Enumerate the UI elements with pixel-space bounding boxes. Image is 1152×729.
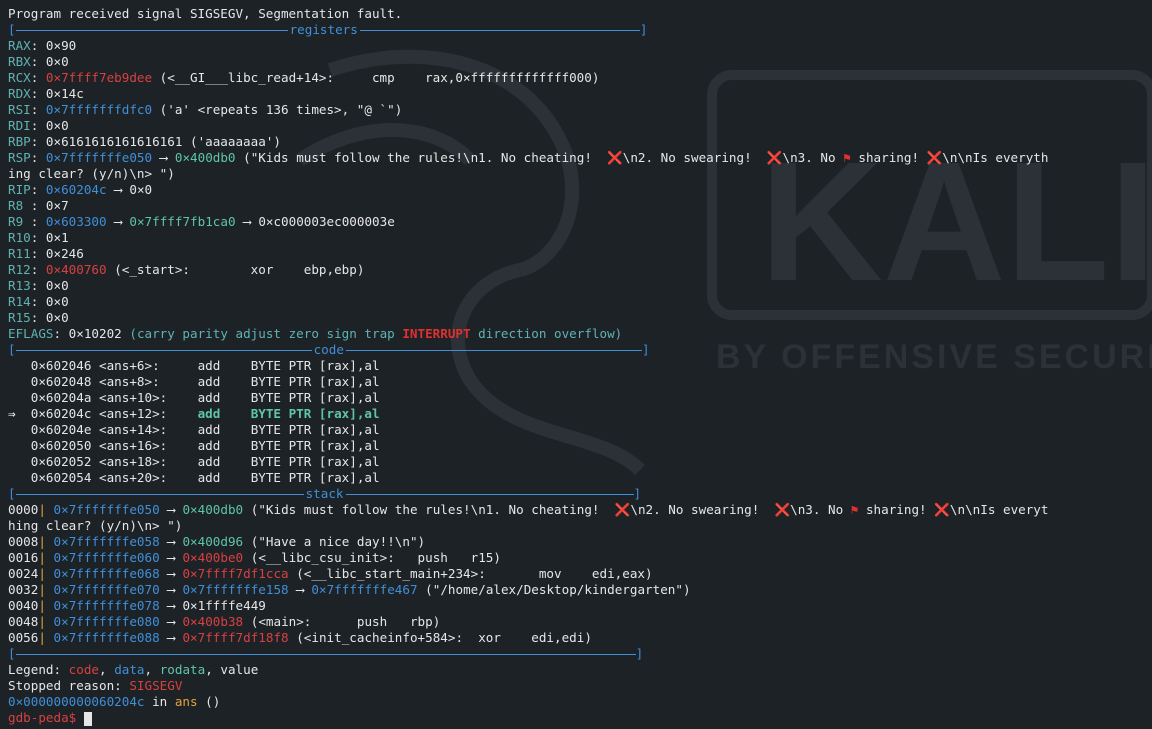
- register-r8: R8 : 0×7: [8, 198, 69, 213]
- code-line: 0×60204e <ans+14>: add BYTE PTR [rax],al: [30, 422, 380, 437]
- registers-separator: [registers]: [8, 22, 648, 37]
- register-rax: RAX: 0×90: [8, 38, 77, 53]
- cross-icon: ❌: [766, 150, 783, 165]
- code-line: 0×60204a <ans+10>: add BYTE PTR [rax],al: [30, 390, 380, 405]
- register-rbx: RBX: 0×0: [8, 54, 69, 69]
- register-r10: R10: 0×1: [8, 230, 69, 245]
- register-rdx: RDX: 0×14c: [8, 86, 84, 101]
- code-line: 0×602048 <ans+8>: add BYTE PTR [rax],al: [30, 374, 380, 389]
- prompt-line[interactable]: gdb-peda$: [8, 710, 1152, 726]
- register-rip: RIP: 0×60204c ⟶ 0×0: [8, 182, 153, 197]
- stack-row-0008: 0008| 0×7fffffffe058 ⟶ 0×400d96 ("Have a…: [8, 534, 426, 549]
- register-r14: R14: 0×0: [8, 294, 69, 309]
- gdb-prompt: gdb-peda$: [8, 710, 84, 725]
- code-line: 0×602046 <ans+6>: add BYTE PTR [rax],al: [30, 358, 380, 373]
- flag-icon: ⚑: [843, 150, 851, 165]
- signal-line: Program received signal SIGSEGV, Segment…: [8, 6, 403, 21]
- stack-row-0056: 0056| 0×7fffffffe088 ⟶ 0×7ffff7df18f8 (<…: [8, 630, 592, 645]
- code-line: 0×602050 <ans+16>: add BYTE PTR [rax],al: [30, 438, 380, 453]
- cross-icon: ❌: [774, 502, 791, 517]
- register-rsp: RSP: 0×7fffffffe050 ⟶ 0×400db0 ("Kids mu…: [8, 150, 1049, 165]
- stopped-reason-line: Stopped reason: SIGSEGV: [8, 678, 183, 693]
- end-separator: []: [8, 646, 644, 661]
- register-eflags: EFLAGS: 0×10202 (carry parity adjust zer…: [8, 326, 623, 341]
- stack-row-0048: 0048| 0×7fffffffe080 ⟶ 0×400b38 (<main>:…: [8, 614, 441, 629]
- legend-line: Legend: code, data, rodata, value: [8, 662, 259, 677]
- cross-icon: ❌: [926, 150, 943, 165]
- register-r11: R11: 0×246: [8, 246, 84, 261]
- stack-separator: [stack]: [8, 486, 642, 501]
- register-rsi: RSI: 0×7fffffffdfc0 ('a' <repeats 136 ti…: [8, 102, 403, 117]
- register-rbp: RBP: 0×6161616161616161 ('aaaaaaaa'): [8, 134, 281, 149]
- stack-row-0032: 0032| 0×7fffffffe070 ⟶ 0×7fffffffe158 ⟶ …: [8, 582, 691, 597]
- stack-row-0000: 0000| 0×7fffffffe050 ⟶ 0×400db0 ("Kids m…: [8, 502, 1049, 517]
- code-line-current: ⇒ 0×60204c <ans+12>: add BYTE PTR [rax],…: [8, 406, 380, 421]
- register-r12: R12: 0×400760 (<_start>: xor ebp,ebp): [8, 262, 365, 277]
- cross-icon: ❌: [614, 502, 631, 517]
- register-r9: R9 : 0×603300 ⟶ 0×7ffff7fb1ca0 ⟶ 0×c0000…: [8, 214, 395, 229]
- register-r15: R15: 0×0: [8, 310, 69, 325]
- code-line: 0×602054 <ans+20>: add BYTE PTR [rax],al: [30, 470, 380, 485]
- stack-row-0040: 0040| 0×7fffffffe078 ⟶ 0×1ffffe449: [8, 598, 266, 613]
- cross-icon: ❌: [607, 150, 623, 165]
- text-cursor[interactable]: [83, 711, 92, 726]
- cross-icon: ❌: [934, 502, 950, 517]
- register-rsp-wrap: ing clear? (y/n)\n> "): [8, 166, 175, 181]
- stack-row-0000-wrap: hing clear? (y/n)\n> "): [8, 518, 183, 533]
- code-listing: 0×602046 <ans+6>: add BYTE PTR [rax],al …: [8, 358, 1152, 486]
- terminal[interactable]: Program received signal SIGSEGV, Segment…: [8, 0, 1152, 726]
- register-rdi: RDI: 0×0: [8, 118, 69, 133]
- register-rcx: RCX: 0×7ffff7eb9dee (<__GI___libc_read+1…: [8, 70, 600, 85]
- code-line: 0×602052 <ans+18>: add BYTE PTR [rax],al: [30, 454, 380, 469]
- location-line: 0×000000000060204c in ans (): [8, 694, 221, 709]
- register-r13: R13: 0×0: [8, 278, 69, 293]
- code-separator: [code]: [8, 342, 650, 357]
- stack-row-0024: 0024| 0×7fffffffe068 ⟶ 0×7ffff7df1cca (<…: [8, 566, 653, 581]
- stack-row-0016: 0016| 0×7fffffffe060 ⟶ 0×400be0 (<__libc…: [8, 550, 501, 565]
